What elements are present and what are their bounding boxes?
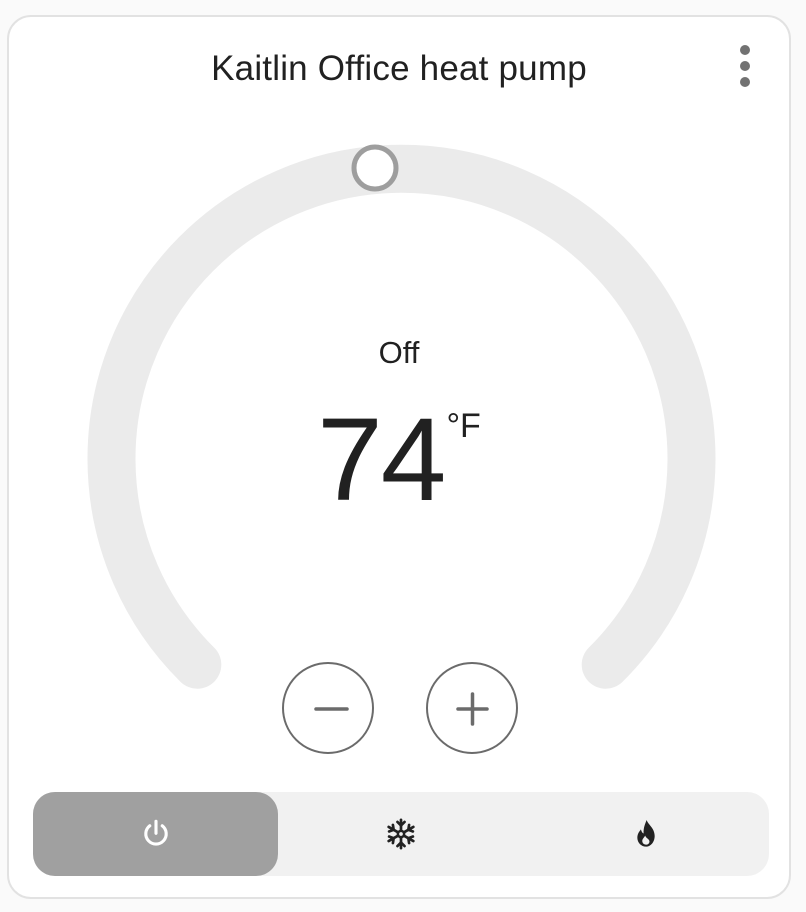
- plus-icon: [456, 692, 489, 726]
- fire-icon: [637, 820, 655, 847]
- snowflake-icon: [386, 818, 415, 850]
- mode-heat-button[interactable]: [523, 792, 769, 876]
- hvac-mode-selector: [33, 792, 769, 876]
- target-temperature: 74°F: [9, 401, 789, 521]
- temperature-slider-handle[interactable]: [351, 144, 399, 192]
- decrease-temperature-button[interactable]: [282, 662, 374, 754]
- target-temperature-value: 74: [317, 394, 446, 526]
- mode-off-button[interactable]: [33, 792, 278, 876]
- thermostat-card: Kaitlin Office heat pump Off 74°F: [7, 15, 791, 899]
- hvac-mode-label: Off: [378, 335, 420, 370]
- increase-temperature-button[interactable]: [426, 662, 518, 754]
- temperature-unit: °F: [446, 407, 481, 445]
- card-title: Kaitlin Office heat pump: [211, 49, 587, 88]
- dots-vertical-icon: [740, 45, 750, 55]
- more-options-button[interactable]: [725, 41, 765, 95]
- mode-cool-button[interactable]: [278, 792, 523, 876]
- dots-vertical-icon-dot: [740, 61, 750, 71]
- dots-vertical-icon-dot: [740, 77, 750, 87]
- minus-icon: [314, 707, 349, 711]
- power-icon: [143, 819, 168, 846]
